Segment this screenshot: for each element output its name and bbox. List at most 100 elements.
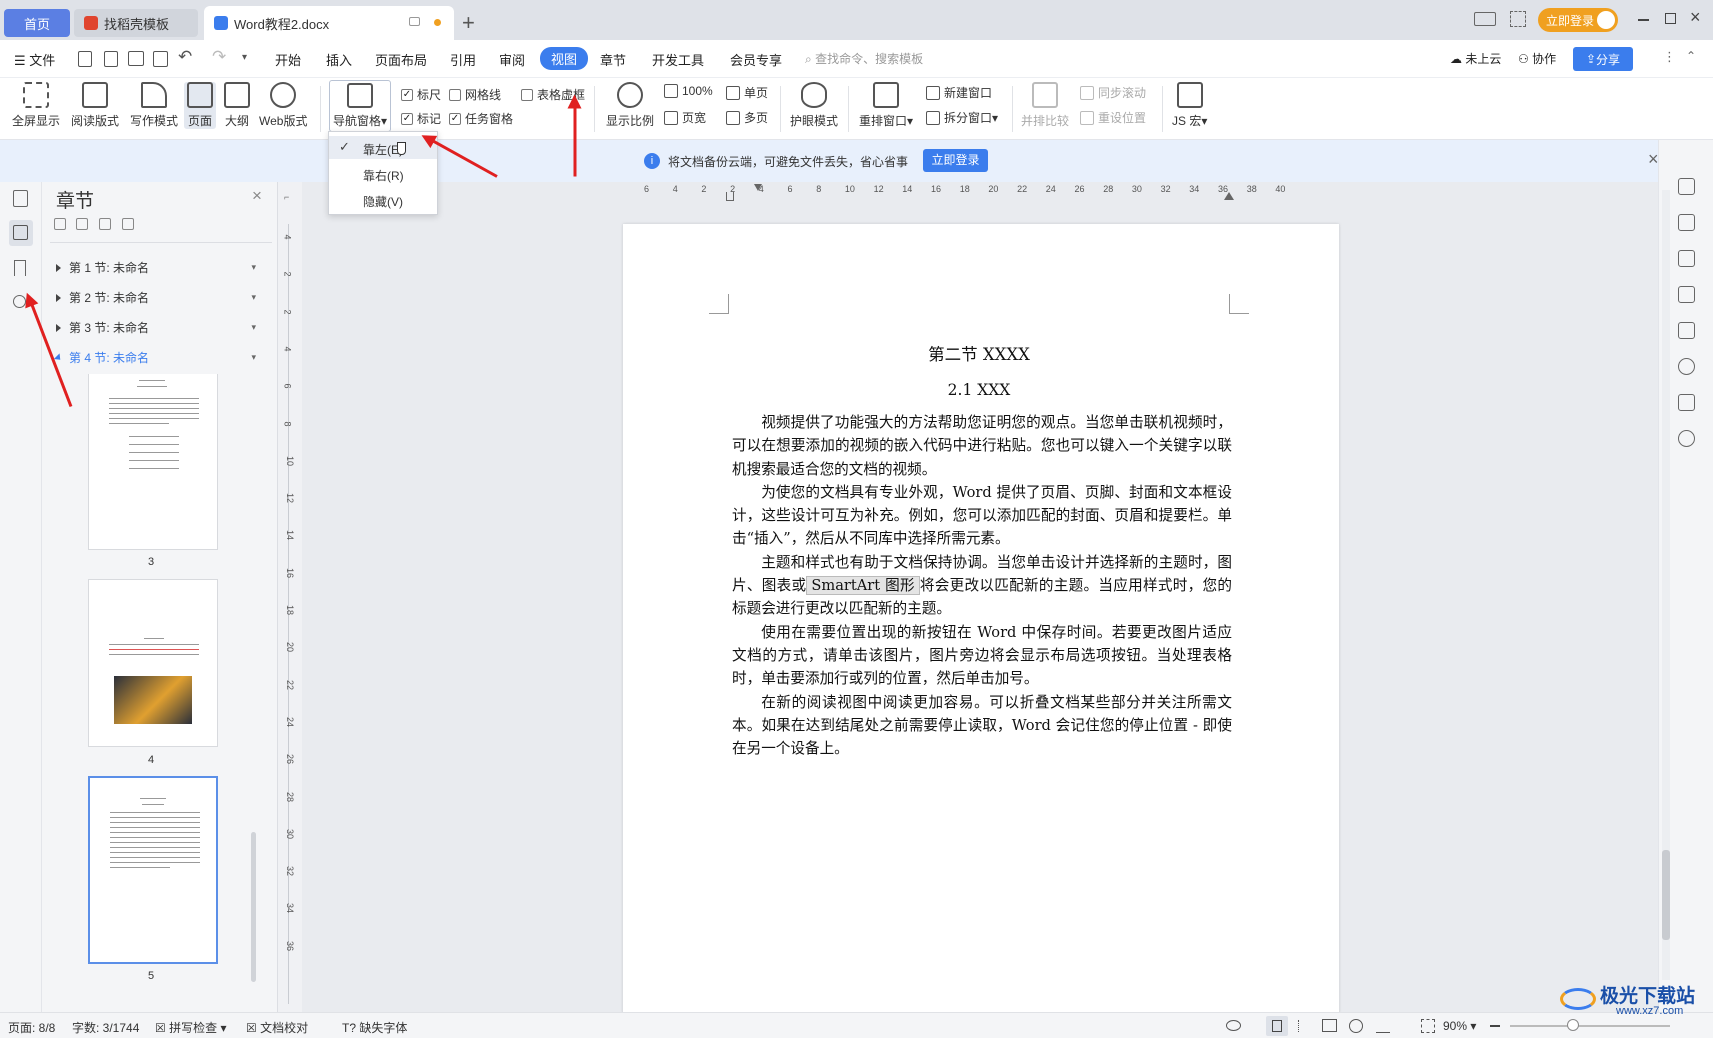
share-button[interactable]: ⇪ 分享 bbox=[1573, 47, 1633, 71]
collab-button[interactable]: ⚇ 协作 bbox=[1518, 50, 1556, 67]
zoom-level[interactable]: 90% ▾ bbox=[1443, 1019, 1476, 1033]
close-nav-pane-icon[interactable]: × bbox=[252, 186, 262, 206]
expand-all-icon[interactable] bbox=[76, 218, 88, 230]
edit-pen-icon[interactable] bbox=[1678, 214, 1695, 231]
section-item-4[interactable]: 第 4 节: 未命名 ▾ bbox=[53, 349, 256, 366]
gridlines-checkbox[interactable]: 网格线 bbox=[449, 86, 501, 103]
section-item-1[interactable]: 第 1 节: 未命名 ▾ bbox=[56, 259, 256, 276]
menu-member[interactable]: 会员专享 bbox=[730, 50, 782, 69]
menu-reference[interactable]: 引用 bbox=[450, 50, 476, 69]
login-button[interactable]: 立即登录 bbox=[1538, 8, 1618, 32]
js-macro-button[interactable]: JS 宏▾ bbox=[1172, 82, 1207, 129]
bookmark-icon[interactable] bbox=[14, 260, 26, 276]
split-window-button[interactable]: 拆分窗口 ▾ bbox=[926, 109, 998, 126]
file-menu[interactable]: ☰ 文件 bbox=[14, 50, 55, 69]
tab-document[interactable]: Word教程2.docx bbox=[204, 6, 454, 40]
page-thumbnail-5[interactable] bbox=[88, 776, 218, 964]
menu-section[interactable]: 章节 bbox=[600, 50, 626, 69]
collapse-all-icon[interactable] bbox=[54, 218, 66, 230]
outline-status-icon[interactable] bbox=[1298, 1020, 1311, 1032]
web-view-button[interactable]: Web版式 bbox=[259, 82, 307, 129]
zoom-slider-thumb[interactable] bbox=[1567, 1019, 1579, 1031]
section-menu-icon[interactable]: ▾ bbox=[251, 352, 256, 363]
section-menu-icon[interactable]: ▾ bbox=[251, 322, 256, 333]
marks-checkbox[interactable]: ✓ 标记 bbox=[401, 110, 441, 127]
zoom-slider-track[interactable] bbox=[1510, 1025, 1670, 1027]
compare-button[interactable]: 并排比较 bbox=[1021, 82, 1069, 129]
fullscreen-button[interactable]: 全屏显示 bbox=[12, 82, 60, 129]
doc-outline-icon[interactable] bbox=[13, 190, 28, 207]
cloud-status[interactable]: ☁ 未上云 bbox=[1450, 50, 1501, 67]
image-tool-icon[interactable] bbox=[1678, 322, 1695, 339]
word-count[interactable]: 字数: 3/1744 bbox=[72, 1019, 139, 1036]
new-window-button[interactable]: 新建窗口 bbox=[926, 84, 992, 101]
eye-mode-icon[interactable] bbox=[1226, 1020, 1241, 1031]
reading-mode-button[interactable]: 阅读版式 bbox=[71, 82, 119, 129]
section-nav-tab[interactable] bbox=[9, 220, 33, 246]
more-icon[interactable]: ⋮ bbox=[1663, 49, 1676, 65]
menu-developer[interactable]: 开发工具 bbox=[652, 50, 704, 69]
section-menu-icon[interactable]: ▾ bbox=[251, 262, 256, 273]
tab-template[interactable]: 找稻壳模板 bbox=[74, 9, 198, 37]
web-status-icon[interactable] bbox=[1349, 1019, 1363, 1033]
add-section-icon[interactable] bbox=[99, 218, 111, 230]
print-preview-icon[interactable] bbox=[153, 51, 168, 67]
maximize-icon[interactable] bbox=[1665, 13, 1676, 24]
new-tab-plus-icon[interactable]: + bbox=[462, 10, 475, 36]
fit-page-icon[interactable] bbox=[1421, 1019, 1435, 1033]
zoom-100-button[interactable]: 100% bbox=[664, 84, 713, 98]
zoom-button[interactable]: 显示比例 bbox=[606, 82, 654, 129]
help-icon[interactable] bbox=[1678, 430, 1695, 447]
command-search[interactable]: ⌕ 查找命令、搜索模板 bbox=[805, 50, 923, 67]
sync-scroll-button[interactable]: 同步滚动 bbox=[1080, 84, 1146, 101]
settings-sliders-icon[interactable] bbox=[1678, 286, 1695, 303]
nav-scrollbar[interactable] bbox=[251, 832, 256, 982]
monitor-icon[interactable] bbox=[409, 17, 420, 26]
book-reader-icon[interactable] bbox=[1678, 394, 1695, 411]
section-item-2[interactable]: 第 2 节: 未命名 ▾ bbox=[56, 289, 256, 306]
page-indicator[interactable]: 页面: 8/8 bbox=[8, 1019, 55, 1036]
tab-home[interactable]: 首页 bbox=[4, 9, 70, 37]
apps-grid-icon[interactable] bbox=[1510, 11, 1526, 27]
missing-font[interactable]: T? 缺失字体 bbox=[342, 1019, 407, 1036]
close-window-icon[interactable]: × bbox=[1690, 7, 1701, 28]
menu-page-layout[interactable]: 页面布局 bbox=[375, 50, 427, 69]
single-page-button[interactable]: 单页 bbox=[726, 84, 768, 101]
reading-status-icon[interactable] bbox=[1322, 1019, 1337, 1032]
zoom-out-icon[interactable] bbox=[1490, 1025, 1500, 1027]
spell-check[interactable]: ☒ 拼写检查 ▾ bbox=[155, 1019, 226, 1036]
minimize-icon[interactable] bbox=[1638, 19, 1649, 21]
page-view-button[interactable]: 页面 bbox=[184, 82, 216, 129]
writing-mode-button[interactable]: 写作模式 bbox=[130, 82, 178, 129]
menu-review[interactable]: 审阅 bbox=[499, 50, 525, 69]
document-page[interactable]: 第二节 XXXX 2.1 XXX 视频提供了功能强大的方法帮助您证明您的观点。当… bbox=[623, 224, 1339, 1014]
scroll-thumb[interactable] bbox=[1662, 850, 1670, 940]
collapse-ribbon-icon[interactable]: ⌃ bbox=[1686, 49, 1696, 63]
page-thumbnail-3[interactable] bbox=[88, 374, 218, 550]
menu-item-right[interactable]: 靠右(R) bbox=[363, 167, 404, 184]
section-menu-icon[interactable]: ▾ bbox=[251, 292, 256, 303]
reset-position-button[interactable]: 重设位置 bbox=[1080, 109, 1146, 126]
undo-icon[interactable]: ↶ bbox=[178, 47, 192, 67]
compass-icon[interactable] bbox=[1678, 358, 1695, 375]
layout-icon[interactable] bbox=[1474, 12, 1496, 26]
menu-item-hide[interactable]: 隐藏(V) bbox=[363, 193, 403, 210]
page-width-button[interactable]: 页宽 bbox=[664, 109, 706, 126]
eye-protection-button[interactable]: 护眼模式 bbox=[790, 82, 838, 129]
menu-insert[interactable]: 插入 bbox=[326, 50, 352, 69]
page-view-status-button[interactable] bbox=[1266, 1016, 1288, 1036]
print-icon[interactable] bbox=[128, 51, 144, 66]
multi-page-button[interactable]: 多页 bbox=[726, 109, 768, 126]
notice-login-button[interactable]: 立即登录 bbox=[923, 149, 988, 172]
outline-view-button[interactable]: 大纲 bbox=[224, 82, 250, 129]
redo-icon[interactable]: ↷ bbox=[212, 47, 226, 67]
nav-pane-button[interactable]: 导航窗格▾ bbox=[329, 80, 392, 132]
select-cursor-icon[interactable] bbox=[1678, 250, 1695, 267]
close-notice-icon[interactable]: × bbox=[1648, 149, 1659, 170]
export-icon[interactable] bbox=[104, 51, 118, 67]
quick-access-dropdown-icon[interactable]: ▾ bbox=[242, 52, 247, 63]
rearrange-window-button[interactable]: 重排窗口▾ bbox=[859, 82, 913, 129]
write-status-icon[interactable] bbox=[1376, 1019, 1390, 1033]
save-icon[interactable] bbox=[78, 51, 92, 67]
section-item-3[interactable]: 第 3 节: 未命名 ▾ bbox=[56, 319, 256, 336]
